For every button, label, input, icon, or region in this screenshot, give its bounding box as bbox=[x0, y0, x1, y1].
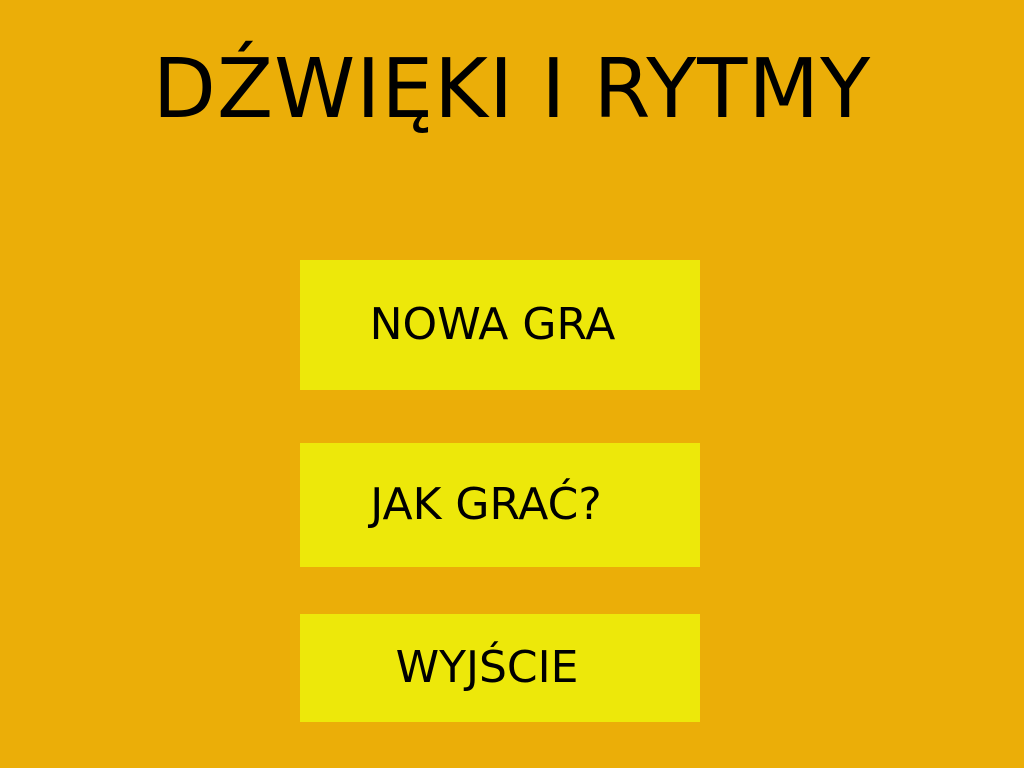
new-game-button[interactable]: NOWA GRA bbox=[300, 260, 700, 390]
exit-button[interactable]: WYJŚCIE bbox=[300, 614, 700, 722]
how-to-play-button[interactable]: JAK GRAĆ? bbox=[300, 443, 700, 567]
exit-label: WYJŚCIE bbox=[395, 642, 579, 693]
new-game-label: NOWA GRA bbox=[369, 299, 616, 350]
game-title: DŹWIĘKI I RYTMY bbox=[152, 42, 872, 137]
how-to-play-label: JAK GRAĆ? bbox=[370, 479, 602, 530]
